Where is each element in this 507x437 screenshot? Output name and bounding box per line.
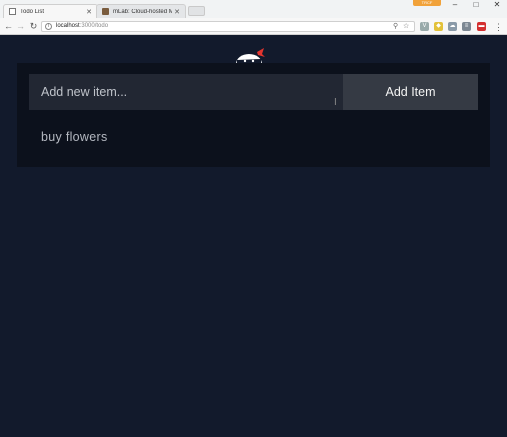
- maximize-icon[interactable]: □: [468, 0, 484, 11]
- menu-icon[interactable]: ⋮: [493, 22, 504, 33]
- todo-item[interactable]: buy flowers: [41, 130, 108, 144]
- close-icon[interactable]: ✕: [86, 8, 92, 16]
- extension-icon[interactable]: V: [420, 22, 429, 31]
- page: Add Item I buy flowers: [0, 36, 507, 437]
- browser-titlebar: Todo List ✕ mLab: Cloud-hosted Mo ✕ TRCF…: [0, 0, 507, 18]
- extension-icon[interactable]: ≡: [462, 22, 471, 31]
- text-cursor-icon: I: [334, 97, 337, 108]
- info-icon[interactable]: i: [45, 23, 52, 30]
- extension-icon[interactable]: ☁: [448, 22, 457, 31]
- profile-badge[interactable]: TRCF: [413, 0, 441, 6]
- tab-title: Todo List: [20, 8, 45, 15]
- forward-icon[interactable]: →: [15, 21, 26, 32]
- tab-title: mLab: Cloud-hosted Mo: [113, 8, 173, 15]
- back-icon[interactable]: ←: [3, 21, 14, 32]
- close-icon[interactable]: ✕: [174, 8, 180, 16]
- close-window-icon[interactable]: ✕: [489, 0, 505, 11]
- add-item-button[interactable]: Add Item: [343, 74, 478, 110]
- zoom-icon[interactable]: ⚲: [393, 22, 398, 31]
- bookmark-star-icon[interactable]: ☆: [403, 22, 409, 31]
- browser-toolbar: ← → ↻ i localhost:3000/todo ⚲ ☆ V ◆ ☁ ≡ …: [0, 18, 507, 35]
- extension-icon[interactable]: ▬: [477, 22, 486, 31]
- mlab-favicon-icon: [102, 8, 109, 15]
- url-path: :3000/todo: [79, 23, 109, 29]
- url-host: localhost: [56, 23, 80, 29]
- logo-icon: [233, 46, 265, 64]
- todo-panel: Add Item I buy flowers: [17, 63, 490, 167]
- minimize-icon[interactable]: –: [447, 0, 463, 11]
- extension-icon[interactable]: ◆: [434, 22, 443, 31]
- address-bar[interactable]: i localhost:3000/todo ⚲ ☆: [41, 21, 415, 32]
- document-icon: [9, 8, 16, 15]
- tab-mlab[interactable]: mLab: Cloud-hosted Mo ✕: [96, 4, 186, 18]
- new-tab-button[interactable]: [188, 6, 205, 16]
- tab-todo-list[interactable]: Todo List ✕: [3, 4, 98, 18]
- reload-icon[interactable]: ↻: [28, 21, 39, 32]
- new-item-input[interactable]: [29, 74, 343, 110]
